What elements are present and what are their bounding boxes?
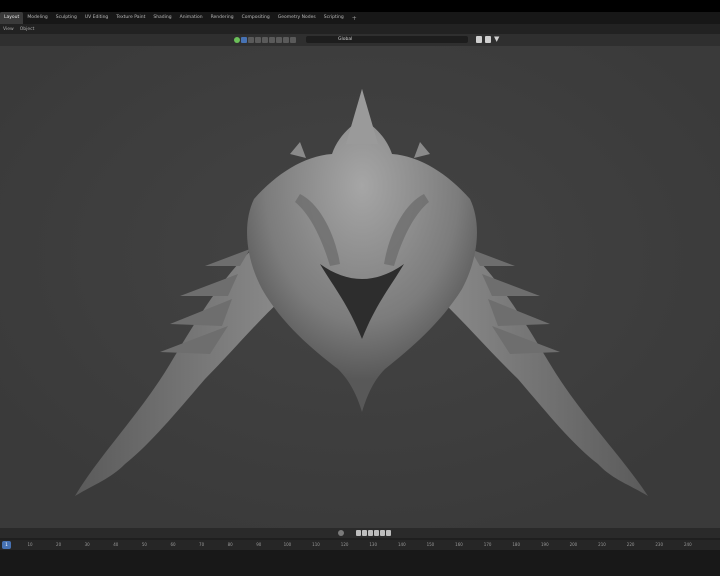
- tab-geometry-nodes[interactable]: Geometry Nodes: [274, 12, 320, 24]
- cursor-tool-icon[interactable]: [290, 37, 296, 43]
- ruler-tick: 180: [512, 542, 521, 547]
- menu-bar: View Object: [0, 24, 720, 34]
- tab-uv-editing[interactable]: UV Editing: [81, 12, 112, 24]
- frame-ruler[interactable]: 10 20 30 40 50 60 70 80 90 100 110 120 130 140 150 160 1…: [0, 540, 720, 550]
- viewport-tool-buttons: [234, 37, 296, 43]
- viewport-header-field[interactable]: [306, 36, 468, 43]
- timeline: 10 20 30 40 50 60 70 80 90 100 110 120 130 140 150 160 1…: [0, 528, 720, 576]
- jump-end-icon[interactable]: [386, 530, 391, 536]
- measure-tool-icon[interactable]: [283, 37, 289, 43]
- 3d-viewport[interactable]: Global ▼: [0, 34, 720, 528]
- ruler-tick: 130: [369, 542, 378, 547]
- ruler-tick: 70: [199, 542, 205, 547]
- object-menu[interactable]: Object: [17, 27, 38, 32]
- select-tool-icon[interactable]: [241, 37, 247, 43]
- timeline-track-area[interactable]: [0, 550, 720, 576]
- next-keyframe-icon[interactable]: [380, 530, 385, 536]
- viewport-header: Global ▼: [0, 34, 720, 46]
- ruler-tick: 200: [569, 542, 578, 547]
- ruler-tick: 90: [256, 542, 262, 547]
- tab-texture-paint[interactable]: Texture Paint: [112, 12, 149, 24]
- ruler-tick: 30: [84, 542, 90, 547]
- current-frame-indicator[interactable]: 1: [2, 541, 11, 549]
- ruler-tick: 190: [540, 542, 549, 547]
- object-mode-icon[interactable]: [234, 37, 240, 43]
- workspace-tabs: Layout Modeling Sculpting UV Editing Texture…: [0, 12, 720, 24]
- ruler-tick: 160: [455, 542, 463, 547]
- ruler-tick: 150: [426, 542, 435, 547]
- ruler-tick: 220: [626, 542, 635, 547]
- ruler-tick: 40: [113, 542, 119, 547]
- ruler-tick: 60: [170, 542, 176, 547]
- ruler-tick: 10: [27, 542, 33, 547]
- rotate-tool-icon[interactable]: [255, 37, 261, 43]
- ruler-tick: 80: [227, 542, 233, 547]
- ruler-tick: 120: [340, 542, 349, 547]
- ruler-tick: 100: [283, 542, 292, 547]
- jump-start-icon[interactable]: [356, 530, 361, 536]
- add-workspace-button[interactable]: +: [348, 15, 361, 22]
- ruler-tick: 230: [655, 542, 664, 547]
- move-tool-icon[interactable]: [248, 37, 254, 43]
- tab-compositing[interactable]: Compositing: [238, 12, 274, 24]
- annotate-tool-icon[interactable]: [276, 37, 282, 43]
- ruler-tick: 170: [483, 542, 492, 547]
- tab-shading[interactable]: Shading: [149, 12, 175, 24]
- transform-tool-icon[interactable]: [269, 37, 275, 43]
- transform-orientation-select[interactable]: Global: [338, 36, 372, 43]
- tab-rendering[interactable]: Rendering: [207, 12, 238, 24]
- keyframe-icon[interactable]: [338, 530, 344, 536]
- snap-icon[interactable]: [476, 36, 482, 43]
- ruler-tick: 110: [312, 542, 320, 547]
- prev-keyframe-icon[interactable]: [362, 530, 367, 536]
- scale-tool-icon[interactable]: [262, 37, 268, 43]
- play-reverse-icon[interactable]: [368, 530, 373, 536]
- window-title-bar: [0, 0, 720, 12]
- ruler-tick: 210: [598, 542, 606, 547]
- playback-controls: [0, 528, 720, 538]
- playback-buttons: [356, 530, 391, 536]
- ruler-tick: 20: [56, 542, 62, 547]
- ruler-tick: 140: [397, 542, 406, 547]
- play-icon[interactable]: [374, 530, 379, 536]
- tab-sculpting[interactable]: Sculpting: [52, 12, 81, 24]
- sculpted-creature-model[interactable]: [0, 34, 720, 528]
- tab-modeling[interactable]: Modeling: [23, 12, 51, 24]
- overlay-icon[interactable]: [485, 36, 491, 43]
- ruler-tick: 50: [141, 542, 147, 547]
- ruler-tick: 240: [683, 542, 692, 547]
- tab-animation[interactable]: Animation: [176, 12, 207, 24]
- viewport-header-right: ▼: [476, 36, 499, 43]
- view-menu[interactable]: View: [0, 27, 17, 32]
- tab-layout[interactable]: Layout: [0, 12, 24, 24]
- filter-icon[interactable]: ▼: [494, 36, 499, 43]
- tab-scripting[interactable]: Scripting: [320, 12, 348, 24]
